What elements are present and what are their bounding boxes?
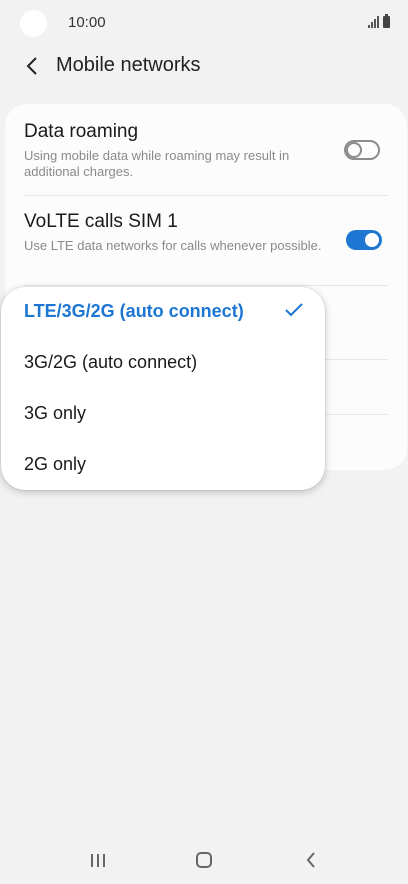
toggle-knob bbox=[346, 142, 362, 158]
option-label: 3G/2G (auto connect) bbox=[24, 352, 198, 372]
chevron-left-icon bbox=[26, 57, 37, 75]
front-camera bbox=[20, 10, 47, 37]
option-label: 2G only bbox=[24, 454, 87, 474]
recents-button[interactable] bbox=[83, 848, 113, 872]
data-roaming-toggle[interactable] bbox=[344, 140, 380, 160]
volte-toggle[interactable] bbox=[346, 230, 382, 250]
network-mode-option[interactable]: 2G only bbox=[1, 440, 325, 490]
home-button[interactable] bbox=[189, 848, 219, 872]
network-mode-option[interactable]: 3G/2G (auto connect) bbox=[1, 338, 325, 388]
setting-volte-calls[interactable]: VoLTE calls SIM 1 Use LTE data networks … bbox=[24, 210, 384, 254]
setting-title: VoLTE calls SIM 1 bbox=[24, 211, 178, 232]
home-icon bbox=[196, 852, 212, 868]
network-mode-dropdown: LTE/3G/2G (auto connect) 3G/2G (auto con… bbox=[1, 287, 325, 490]
status-bar: 10:00 bbox=[0, 0, 408, 46]
divider bbox=[24, 195, 388, 196]
recents-icon bbox=[91, 853, 105, 867]
back-icon bbox=[306, 852, 315, 868]
status-time: 10:00 bbox=[68, 14, 106, 31]
navigation-bar bbox=[0, 836, 408, 884]
app-header: Mobile networks bbox=[0, 46, 408, 86]
option-label: LTE/3G/2G (auto connect) bbox=[24, 301, 244, 321]
signal-icon bbox=[368, 16, 379, 28]
battery-icon bbox=[383, 14, 390, 28]
checkmark-icon bbox=[285, 303, 303, 317]
option-label: 3G only bbox=[24, 403, 87, 423]
back-button[interactable] bbox=[18, 50, 46, 82]
setting-description: Using mobile data while roaming may resu… bbox=[24, 148, 290, 179]
network-mode-option[interactable]: LTE/3G/2G (auto connect) bbox=[1, 287, 325, 337]
divider bbox=[24, 285, 388, 286]
nav-back-button[interactable] bbox=[296, 848, 326, 872]
toggle-knob bbox=[363, 231, 381, 249]
network-mode-option[interactable]: 3G only bbox=[1, 389, 325, 439]
page-title: Mobile networks bbox=[56, 54, 201, 76]
setting-description: Use LTE data networks for calls whenever… bbox=[24, 238, 322, 253]
status-icons bbox=[368, 14, 390, 28]
setting-data-roaming[interactable]: Data roaming Using mobile data while roa… bbox=[24, 120, 384, 180]
setting-title: Data roaming bbox=[24, 121, 139, 142]
